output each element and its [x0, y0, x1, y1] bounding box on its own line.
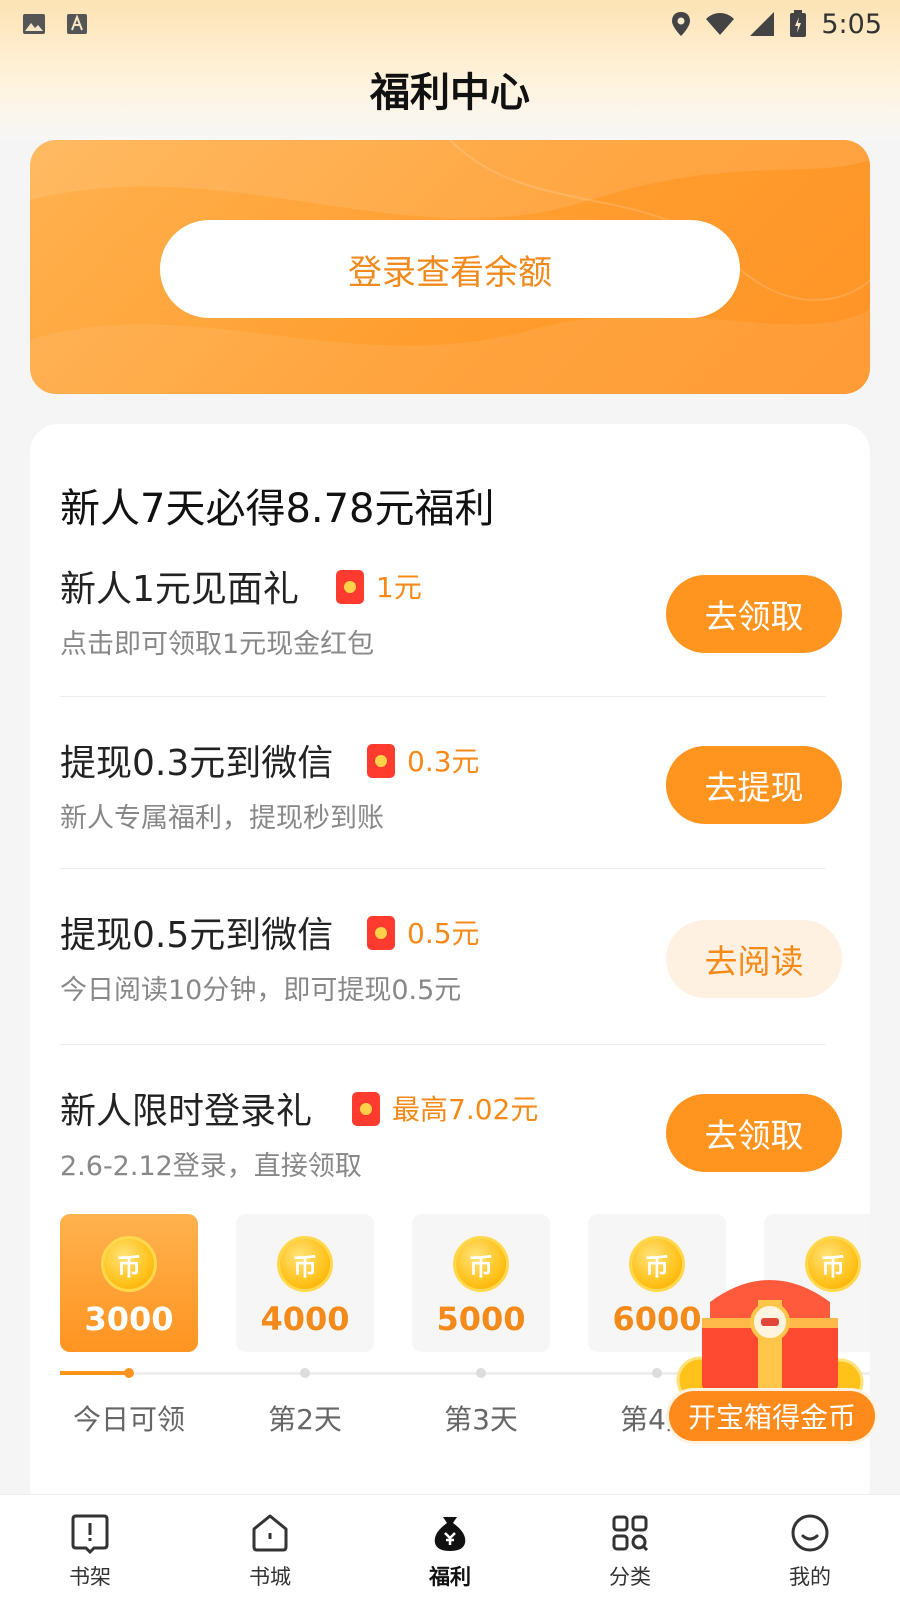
- coin-amount: 3000: [84, 1300, 174, 1338]
- day-reward-1[interactable]: 币 3000: [60, 1214, 198, 1352]
- login-view-balance-button[interactable]: 登录查看余额: [160, 220, 740, 318]
- go-read-button[interactable]: 去阅读: [666, 920, 842, 998]
- wifi-icon: [706, 13, 735, 35]
- day-reward-3[interactable]: 币 5000: [412, 1214, 550, 1352]
- task-description: 点击即可领取1元现金红包: [60, 629, 375, 660]
- tab-label: 书架: [69, 1565, 111, 1589]
- task-name: 新人限时登录礼: [60, 1091, 313, 1132]
- task-reward: 0.3元: [407, 745, 480, 778]
- signal-icon: [750, 12, 775, 36]
- divider: [60, 868, 826, 869]
- page-title: 福利中心: [370, 70, 530, 116]
- bottom-tab-bar: 书架 书城 福利 分类 我的: [0, 1494, 900, 1600]
- task-description: 2.6-2.12登录，直接领取: [60, 1151, 362, 1182]
- task-reward: 0.5元: [407, 917, 480, 950]
- coin-amount: 4000: [260, 1300, 350, 1338]
- category-icon: [612, 1515, 649, 1552]
- bookshelf-icon: [71, 1514, 109, 1555]
- welfare-title: 新人7天必得8.78元福利: [60, 486, 495, 532]
- gallery-notification-icon: [23, 14, 45, 34]
- location-icon: [672, 12, 691, 36]
- bookstore-icon: [252, 1514, 288, 1552]
- red-envelope-icon: [336, 570, 364, 604]
- red-envelope-icon: [367, 916, 395, 950]
- red-envelope-icon: [352, 1092, 380, 1126]
- treasure-chest-widget[interactable]: 开宝箱得金币: [660, 1262, 880, 1462]
- treasure-chest-icon: [676, 1280, 864, 1406]
- font-notification-icon: [67, 14, 87, 34]
- claim-greeting-gift-button[interactable]: 去领取: [666, 575, 842, 653]
- tab-category[interactable]: 分类: [540, 1495, 720, 1600]
- coin-amount: 5000: [436, 1300, 526, 1338]
- day-label: 今日可领: [72, 1403, 185, 1436]
- battery-icon: [790, 10, 807, 37]
- coin-icon: 币: [277, 1236, 333, 1292]
- tab-label: 我的: [789, 1565, 831, 1589]
- tab-label: 福利: [429, 1565, 471, 1589]
- progress-fill: [60, 1371, 128, 1375]
- balance-card: 登录查看余额: [30, 140, 870, 394]
- progress-dot: [124, 1368, 134, 1378]
- tab-label: 书城: [249, 1565, 291, 1589]
- tab-bookstore[interactable]: 书城: [180, 1495, 360, 1600]
- tab-bookshelf[interactable]: 书架: [0, 1495, 180, 1600]
- task-reward: 1元: [376, 571, 422, 604]
- progress-dot: [300, 1368, 310, 1378]
- clock: 5:05: [821, 8, 882, 40]
- coin-icon: 币: [101, 1236, 157, 1292]
- day-label: 第3天: [444, 1403, 518, 1436]
- tab-profile[interactable]: 我的: [720, 1495, 900, 1600]
- red-envelope-icon: [367, 744, 395, 778]
- task-description: 今日阅读10分钟，即可提现0.5元: [60, 975, 462, 1006]
- tab-label: 分类: [609, 1565, 651, 1589]
- task-name: 新人1元见面礼: [60, 569, 299, 610]
- progress-dot: [476, 1368, 486, 1378]
- claim-login-gift-button[interactable]: 去领取: [666, 1094, 842, 1172]
- profile-icon: [791, 1514, 829, 1552]
- task-description: 新人专属福利，提现秒到账: [60, 803, 384, 834]
- tab-welfare[interactable]: 福利: [360, 1495, 540, 1600]
- open-treasure-chest-button[interactable]: 开宝箱得金币: [666, 1388, 878, 1444]
- divider: [60, 696, 826, 697]
- money-bag-icon: [434, 1517, 466, 1551]
- divider: [60, 1044, 826, 1045]
- coin-icon: 币: [453, 1236, 509, 1292]
- task-name: 提现0.5元到微信: [60, 915, 334, 956]
- task-reward: 最高7.02元: [392, 1093, 539, 1126]
- day-reward-2[interactable]: 币 4000: [236, 1214, 374, 1352]
- withdraw-button[interactable]: 去提现: [666, 746, 842, 824]
- day-label: 第2天: [268, 1403, 342, 1436]
- status-bar: 5:05: [0, 0, 900, 48]
- task-name: 提现0.3元到微信: [60, 743, 334, 784]
